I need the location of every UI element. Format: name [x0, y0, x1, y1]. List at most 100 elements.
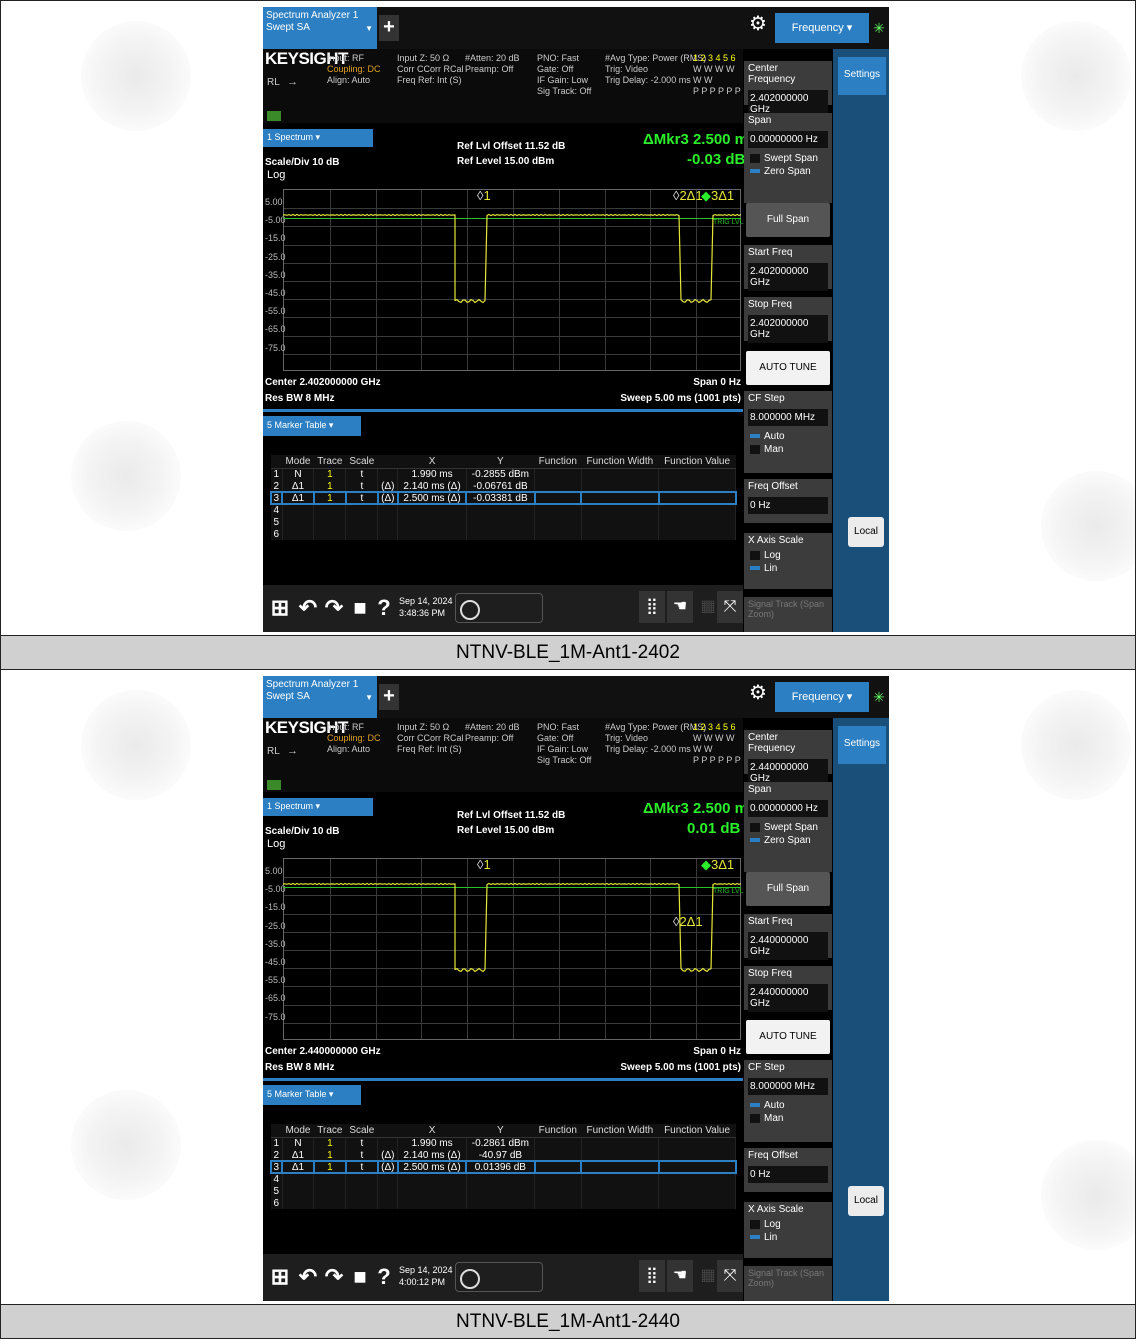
- softkey-span[interactable]: Span 0.00000000 Hz Swept Span Zero Span: [744, 113, 832, 203]
- table-row[interactable]: 6: [271, 528, 736, 540]
- message-box[interactable]: [455, 1262, 543, 1292]
- option-man[interactable]: Man: [744, 444, 832, 455]
- gear-icon[interactable]: ⚙: [747, 680, 769, 706]
- table-row[interactable]: 2 Δ1 1 t (Δ) 2.140 ms (Δ) -0.06761 dB: [271, 480, 736, 492]
- option-lin[interactable]: Lin: [744, 1232, 832, 1243]
- softkey-center-frequency[interactable]: Center Frequency 2.440000000 GHz: [744, 730, 832, 787]
- option-log[interactable]: Log: [744, 1217, 832, 1232]
- option-log[interactable]: Log: [744, 548, 832, 563]
- maximize-icon[interactable]: ⤧: [717, 1260, 743, 1292]
- marker-2[interactable]: ◊2Δ1: [673, 914, 703, 929]
- auto-tune-button[interactable]: AUTO TUNE: [746, 351, 830, 385]
- marker-1[interactable]: ◊1: [477, 857, 491, 872]
- y-tick-label: -5.00: [265, 215, 286, 226]
- marker-2[interactable]: ◊2Δ1: [673, 188, 703, 203]
- table-row[interactable]: 3 Δ1 1 t (Δ) 2.500 ms (Δ) 0.01396 dB: [269, 1160, 737, 1174]
- info-line: Input Z: 50 Ω: [397, 53, 450, 63]
- softkey-freq-offset[interactable]: Freq Offset 0 Hz: [744, 479, 832, 523]
- info-line: Gate: Off: [537, 733, 574, 743]
- softkey-x-axis-scale[interactable]: X Axis Scale Log Lin: [744, 1202, 832, 1258]
- table-row[interactable]: 4: [271, 504, 736, 516]
- menu-frequency-button[interactable]: Frequency ▾: [775, 682, 869, 712]
- softkey-cf-step[interactable]: CF Step 8.000000 MHz Auto Man: [744, 391, 832, 473]
- option-auto[interactable]: Auto: [744, 1098, 832, 1113]
- softkey-center-frequency[interactable]: Center Frequency 2.402000000 GHz: [744, 61, 832, 118]
- settings-tab[interactable]: Settings: [838, 726, 886, 764]
- softkey-x-axis-scale[interactable]: X Axis Scale Log Lin: [744, 533, 832, 589]
- table-row[interactable]: 3 Δ1 1 t (Δ) 2.500 ms (Δ) -0.03381 dB: [269, 491, 737, 505]
- marker-1[interactable]: ◊1: [477, 188, 491, 203]
- table-cell: [658, 528, 736, 540]
- gear-icon[interactable]: ⚙: [747, 11, 769, 37]
- touch-icon[interactable]: ☚: [667, 1260, 693, 1292]
- auto-tune-button[interactable]: AUTO TUNE: [746, 1020, 830, 1054]
- softkey-span[interactable]: Span 0.00000000 Hz Swept Span Zero Span: [744, 782, 832, 872]
- marker-3-label: 3Δ1: [711, 857, 735, 872]
- window-spectrum-tab[interactable]: 1 Spectrum ▾: [263, 129, 373, 147]
- menu-frequency-button[interactable]: Frequency ▾: [775, 13, 869, 43]
- softkey-stop-freq[interactable]: Stop Freq 2.440000000 GHz: [744, 966, 832, 1012]
- settings-tab[interactable]: Settings: [838, 57, 886, 95]
- info-input: Input: RF Coupling: DC Align: Auto: [327, 722, 381, 755]
- tab-spectrum-analyzer[interactable]: Spectrum Analyzer 1 Swept SA ▼: [263, 676, 377, 718]
- window-spectrum-tab[interactable]: 1 Spectrum ▾: [263, 798, 373, 816]
- undo-icon[interactable]: ↶: [295, 1262, 321, 1292]
- keypad-icon[interactable]: ⣿: [639, 1260, 665, 1292]
- softkey-start-freq[interactable]: Start Freq 2.402000000 GHz: [744, 245, 832, 291]
- watermark-logo: [81, 21, 191, 131]
- table-row[interactable]: 5: [271, 516, 736, 528]
- table-cell: [313, 504, 347, 516]
- window-marker-table-tab[interactable]: 5 Marker Table ▾: [263, 416, 361, 436]
- tab-spectrum-analyzer[interactable]: Spectrum Analyzer 1 Swept SA ▼: [263, 7, 377, 49]
- marker-3[interactable]: ◆3Δ1: [701, 188, 734, 204]
- table-row[interactable]: 1 N 1 t 1.990 ms -0.2861 dBm: [271, 1137, 736, 1149]
- column-header: [271, 1124, 283, 1138]
- window-marker-table-tab[interactable]: 5 Marker Table ▾: [263, 1085, 361, 1105]
- marker-3[interactable]: ◆3Δ1: [701, 857, 734, 873]
- column-header: [271, 455, 283, 469]
- add-screen-button[interactable]: +: [379, 684, 399, 710]
- option-lin[interactable]: Lin: [744, 563, 832, 574]
- keypad-icon[interactable]: ⣿: [639, 591, 665, 623]
- windows-start-icon[interactable]: ⊞: [267, 593, 293, 623]
- option-man[interactable]: Man: [744, 1113, 832, 1124]
- option-zero-span[interactable]: Zero Span: [744, 835, 832, 846]
- option-auto[interactable]: Auto: [744, 429, 832, 444]
- touch-icon[interactable]: ☚: [667, 591, 693, 623]
- option-swept-span[interactable]: Swept Span: [744, 151, 832, 166]
- softkey-value: 0.00000000 Hz: [748, 131, 828, 148]
- table-row[interactable]: 1 N 1 t 1.990 ms -0.2855 dBm: [271, 468, 736, 480]
- maximize-icon[interactable]: ⤧: [717, 591, 743, 623]
- file-icon[interactable]: ■: [347, 593, 373, 623]
- tab-subtitle: Swept SA: [266, 22, 310, 33]
- settings-info-bar: KEYSIGHT RL → Input: RF Coupling: DC Align…: [263, 49, 743, 123]
- full-span-button[interactable]: Full Span: [746, 203, 830, 237]
- windows-start-icon[interactable]: ⊞: [267, 1262, 293, 1292]
- softkey-freq-offset[interactable]: Freq Offset 0 Hz: [744, 1148, 832, 1192]
- redo-icon[interactable]: ↷: [321, 593, 347, 623]
- local-button[interactable]: Local: [848, 517, 884, 547]
- option-zero-span[interactable]: Zero Span: [744, 166, 832, 177]
- column-header: X: [397, 455, 467, 469]
- table-row[interactable]: 4: [271, 1173, 736, 1185]
- local-button[interactable]: Local: [848, 1186, 884, 1216]
- table-cell: [282, 1173, 315, 1185]
- option-swept-span[interactable]: Swept Span: [744, 820, 832, 835]
- full-span-button[interactable]: Full Span: [746, 872, 830, 906]
- message-box[interactable]: [455, 593, 543, 623]
- table-row[interactable]: 6: [271, 1197, 736, 1209]
- table-cell: Δ1: [281, 491, 315, 505]
- table-row[interactable]: 2 Δ1 1 t (Δ) 2.140 ms (Δ) -40.97 dB: [271, 1149, 736, 1161]
- softkey-start-freq[interactable]: Start Freq 2.440000000 GHz: [744, 914, 832, 960]
- dropdown-arrow-icon: ▼: [365, 24, 373, 33]
- file-icon[interactable]: ■: [347, 1262, 373, 1292]
- help-icon[interactable]: ?: [371, 593, 397, 623]
- add-screen-button[interactable]: +: [379, 15, 399, 41]
- table-row[interactable]: 5: [271, 1185, 736, 1197]
- undo-icon[interactable]: ↶: [295, 593, 321, 623]
- softkey-stop-freq[interactable]: Stop Freq 2.402000000 GHz: [744, 297, 832, 343]
- table-cell: [534, 1137, 582, 1149]
- help-icon[interactable]: ?: [371, 1262, 397, 1292]
- softkey-cf-step[interactable]: CF Step 8.000000 MHz Auto Man: [744, 1060, 832, 1142]
- redo-icon[interactable]: ↷: [321, 1262, 347, 1292]
